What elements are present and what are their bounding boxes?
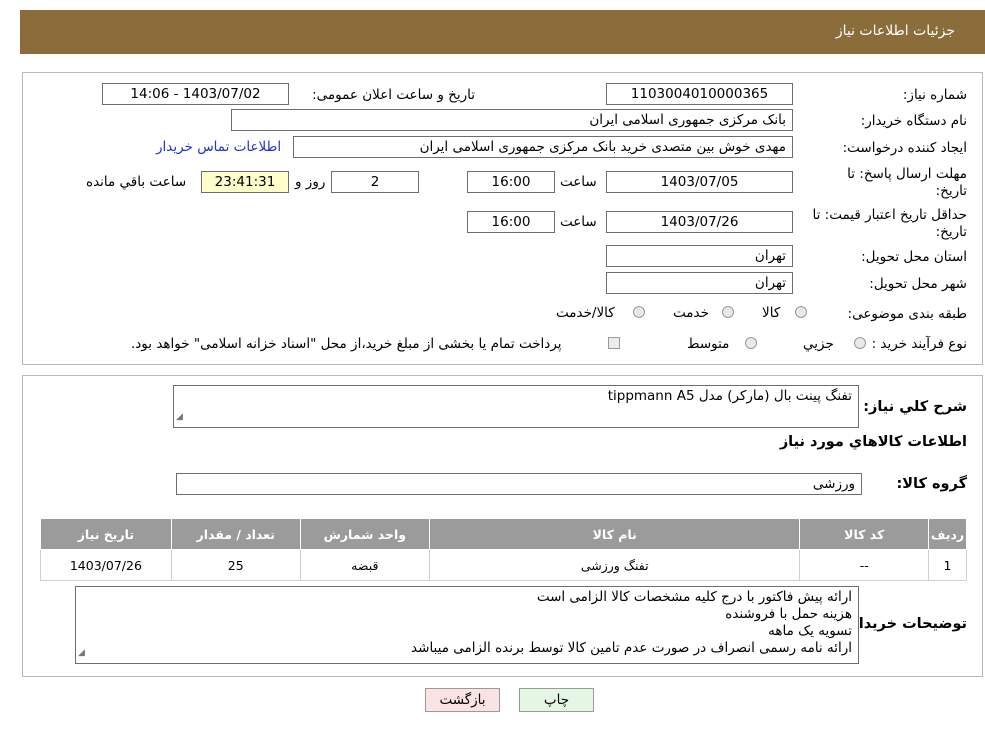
purchase-type-label: نوع فرآیند خرید : [871,336,967,352]
reply-deadline-label-2: تاریخ: [935,183,967,199]
remaining-time-field: 23:41:31 [201,171,289,193]
col-item-name: نام کالا [428,518,801,550]
purchase-type-minor-label: جزیي [803,336,834,352]
category-goods-service-label: کالا/خدمت [556,305,615,321]
price-validity-label-1: حداقل تاریخ اعتبار قیمت: تا [812,207,967,223]
price-validity-date-field: 1403/07/26 [606,211,793,233]
category-goods-label: کالا [762,305,781,321]
category-service-label: خدمت [673,305,709,321]
items-table: رديف کد کالا نام کالا واحد شمارش تعداد /… [40,518,967,581]
need-summary-label: شرح کلي نياز: [863,399,967,415]
buyer-note-line: ارائه نامه رسمی انصراف در صورت عدم تامین… [411,640,852,656]
table-row: 1 -- تفنگ ورزشی قبضه 25 1403/07/26 [40,549,967,581]
category-goods-radio[interactable] [795,306,807,318]
print-button[interactable]: چاپ [519,688,594,712]
reply-deadline-date-field: 1403/07/05 [606,171,793,193]
delivery-city-field: تهران [606,272,793,294]
col-need-date: تاریخ نیاز [40,518,172,550]
treasury-payment-note: پرداخت تمام یا بخشی از مبلغ خرید،از محل … [131,336,562,352]
cell-need-date: 1403/07/26 [40,549,172,581]
price-validity-time-field: 16:00 [467,211,555,233]
reply-deadline-label-1: مهلت ارسال پاسخ: تا [847,166,967,182]
announce-datetime-field: 1403/07/02 - 14:06 [102,83,289,105]
col-quantity: تعداد / مقدار [170,518,301,550]
reply-days-field: 2 [331,171,419,193]
col-unit: واحد شمارش [299,518,430,550]
page-header: جزئیات اطلاعات نیاز [20,10,985,54]
category-label: طبقه بندی موضوعی: [847,306,967,322]
purchase-type-medium-label: متوسط [687,336,730,352]
buyer-contact-link[interactable]: اطلاعات تماس خریدار [156,139,281,155]
goods-group-label: گروه کالا: [896,476,967,492]
delivery-city-label: شهر محل تحویل: [869,276,967,292]
delivery-province-label: استان محل تحویل: [861,249,967,265]
price-validity-time-label: ساعت [560,214,597,230]
reply-deadline-time-label: ساعت [560,174,597,190]
treasury-payment-checkbox[interactable] [608,337,620,349]
resize-grip-icon[interactable]: ◢ [176,409,183,426]
cell-row-number: 1 [928,549,967,581]
cell-quantity: 25 [170,549,301,581]
goods-group-field: ورزشی [176,473,862,495]
need-number-label: شماره نیاز: [902,87,967,103]
reply-days-label: روز و [295,174,326,190]
need-summary-field: تفنگ پینت بال (مارکر) مدل tippmann A5 ◢ [173,385,859,428]
purchase-type-medium-radio[interactable] [745,337,757,349]
buyer-org-field: بانک مرکزی جمهوری اسلامی ایران [231,109,793,131]
requester-field: مهدی خوش بین متصدی خرید بانک مرکزی جمهور… [293,136,793,158]
col-item-code: کد کالا [799,518,930,550]
cell-unit: قبضه [299,549,430,581]
col-row-number: رديف [928,518,967,550]
back-button[interactable]: بازگشت [425,688,500,712]
purchase-type-minor-radio[interactable] [854,337,866,349]
category-goods-service-radio[interactable] [633,306,645,318]
buyer-note-line: هزینه حمل با فروشنده [725,606,852,622]
resize-grip-icon[interactable]: ◢ [78,645,85,662]
cell-item-code: -- [799,549,930,581]
buyer-org-label: نام دستگاه خریدار: [860,113,967,129]
reply-deadline-time-field: 16:00 [467,171,555,193]
cell-item-name: تفنگ ورزشی [428,549,801,581]
category-service-radio[interactable] [722,306,734,318]
buyer-notes-field: ارائه پیش فاکتور با درج کلیه مشخصات کالا… [75,586,859,664]
remaining-time-label: ساعت باقي مانده [86,174,187,190]
announce-datetime-label: تاریخ و ساعت اعلان عمومی: [312,87,475,103]
table-header-row: رديف کد کالا نام کالا واحد شمارش تعداد /… [40,518,967,550]
price-validity-label-2: تاریخ: [935,224,967,240]
items-heading: اطلاعات کالاهاي مورد نياز [779,434,967,450]
requester-label: ایجاد کننده درخواست: [842,140,967,156]
delivery-province-field: تهران [606,245,793,267]
buyer-note-line: تسویه یک ماهه [768,623,852,639]
page-title: جزئیات اطلاعات نیاز [835,23,955,39]
need-summary-text: تفنگ پینت بال (مارکر) مدل tippmann A5 [607,388,852,404]
need-number-field: 1103004010000365 [606,83,793,105]
buyer-note-line: ارائه پیش فاکتور با درج کلیه مشخصات کالا… [536,589,852,605]
buyer-notes-label: توضیحات خریدار: [844,616,967,632]
